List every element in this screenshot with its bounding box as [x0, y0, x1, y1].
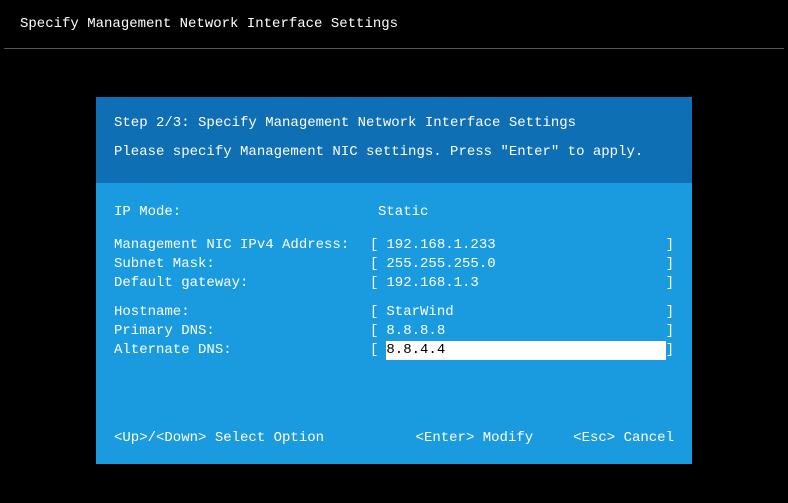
footer-modify-hint: <Enter> Modify: [416, 430, 534, 446]
subnet-row[interactable]: Subnet Mask: [ 255.255.255.0 ]: [114, 255, 674, 274]
ipv4-label: Management NIC IPv4 Address:: [114, 236, 370, 255]
primary-dns-row[interactable]: Primary DNS: [ 8.8.8.8 ]: [114, 322, 674, 341]
dialog-body: IP Mode: Static Management NIC IPv4 Addr…: [96, 183, 692, 415]
gateway-row[interactable]: Default gateway: [ 192.168.1.3 ]: [114, 274, 674, 293]
dialog-footer: <Up>/<Down> Select Option <Enter> Modify…: [96, 416, 692, 464]
alt-dns-row[interactable]: Alternate DNS: [ 8.8.4.4 ]: [114, 341, 674, 360]
hostname-label: Hostname:: [114, 303, 370, 322]
page-header: Specify Management Network Interface Set…: [0, 0, 788, 48]
subnet-value: 255.255.255.0: [378, 255, 665, 274]
step-title: Step 2/3: Specify Management Network Int…: [114, 111, 674, 136]
gateway-value: 192.168.1.3: [378, 274, 665, 293]
divider: [4, 48, 784, 49]
footer-select-hint: <Up>/<Down> Select Option: [114, 430, 324, 446]
page-title: Specify Management Network Interface Set…: [20, 16, 398, 32]
hostname-row[interactable]: Hostname: [ StarWind ]: [114, 303, 674, 322]
ip-mode-label: IP Mode:: [114, 203, 370, 222]
settings-dialog: Step 2/3: Specify Management Network Int…: [96, 97, 692, 464]
ip-mode-value: Static: [370, 203, 674, 222]
alt-dns-input[interactable]: 8.8.4.4: [386, 341, 665, 360]
footer-cancel-hint: <Esc> Cancel: [573, 430, 674, 446]
hostname-value: StarWind: [378, 303, 665, 322]
ip-mode-row[interactable]: IP Mode: Static: [114, 203, 674, 222]
ipv4-value: 192.168.1.233: [378, 236, 665, 255]
subnet-label: Subnet Mask:: [114, 255, 370, 274]
instruction-text: Please specify Management NIC settings. …: [114, 140, 674, 165]
primary-dns-value: 8.8.8.8: [378, 322, 665, 341]
alt-dns-label: Alternate DNS:: [114, 341, 370, 360]
dialog-header: Step 2/3: Specify Management Network Int…: [96, 97, 692, 183]
ipv4-row[interactable]: Management NIC IPv4 Address: [ 192.168.1…: [114, 236, 674, 255]
gateway-label: Default gateway:: [114, 274, 370, 293]
primary-dns-label: Primary DNS:: [114, 322, 370, 341]
